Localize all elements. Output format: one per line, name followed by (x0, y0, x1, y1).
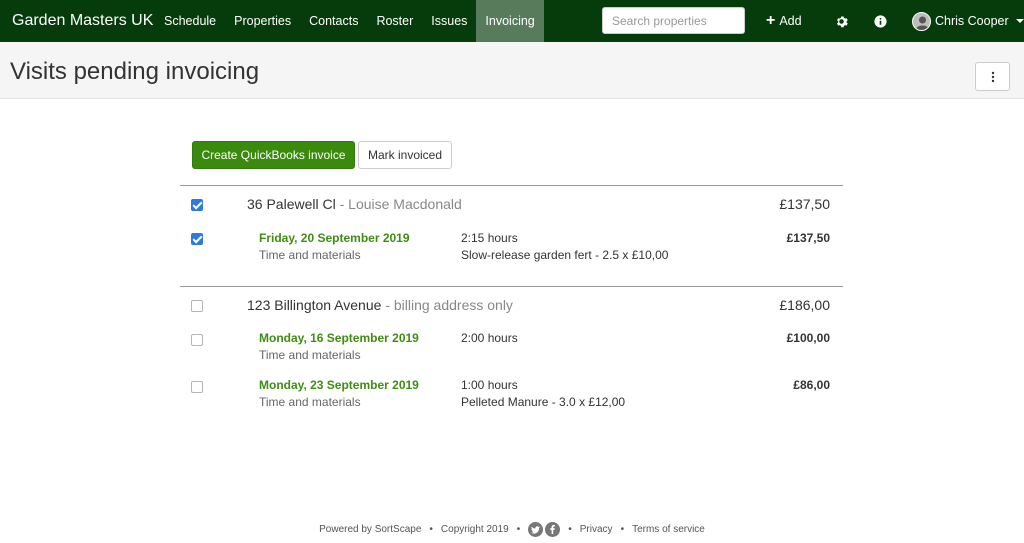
separator: • (620, 524, 625, 535)
visit-date: Friday, 20 September 2019 (259, 231, 410, 245)
facebook-icon[interactable] (545, 522, 561, 537)
separator: • (429, 524, 433, 535)
copyright-text: Copyright 2019 (440, 524, 509, 535)
visit-type: Time and materials (259, 348, 361, 362)
property-address: 123 Billington Avenue (247, 297, 382, 313)
visit-hours: 2:15 hours (461, 231, 518, 245)
nav-item-roster[interactable]: Roster (367, 0, 422, 42)
vertical-ellipsis-icon (991, 71, 994, 82)
visit-checkbox[interactable] (191, 381, 203, 393)
settings-button[interactable] (832, 12, 850, 30)
social-links (528, 522, 561, 537)
separator: • (568, 524, 572, 535)
divider (180, 185, 843, 186)
brand-name[interactable]: Garden Masters UK (0, 12, 155, 30)
mark-invoiced-button[interactable]: Mark invoiced (358, 141, 452, 169)
page-header: Visits pending invoicing (0, 42, 1024, 99)
gear-icon (836, 15, 848, 27)
privacy-link[interactable]: Privacy (580, 524, 613, 535)
property-contact: - billing address only (381, 297, 513, 313)
visit-checkbox[interactable] (191, 334, 203, 346)
property-total: £137,50 (779, 196, 830, 212)
add-label: Add (779, 14, 802, 28)
terms-of-service-link[interactable]: Terms of service (632, 524, 705, 535)
info-button[interactable] (871, 12, 889, 30)
nav-item-issues[interactable]: Issues (422, 0, 476, 42)
divider (180, 286, 843, 287)
nav-item-schedule[interactable]: Schedule (155, 0, 225, 42)
visit-type: Time and materials (259, 395, 361, 409)
twitter-icon[interactable] (528, 522, 544, 537)
person-icon (913, 12, 930, 30)
user-menu[interactable]: Chris Cooper (912, 0, 1024, 42)
visit-date: Monday, 23 September 2019 (259, 378, 419, 392)
property-checkbox[interactable] (191, 199, 203, 211)
nav-item-invoicing[interactable]: Invoicing (476, 0, 544, 42)
page-title: Visits pending invoicing (10, 58, 260, 85)
property-name: 36 Palewell Cl - Louise Macdonald (247, 196, 462, 212)
info-icon (873, 14, 887, 28)
property-checkbox[interactable] (191, 300, 203, 312)
nav-item-contacts[interactable]: Contacts (300, 0, 367, 42)
visit-amount: £100,00 (786, 331, 830, 345)
visit-amount: £86,00 (793, 378, 830, 392)
footer: Powered by SortScape • Copyright 2019 • … (0, 522, 1024, 537)
powered-by-text: Powered by SortScape (319, 524, 422, 535)
visit-hours: 1:00 hours (461, 378, 518, 392)
property-name: 123 Billington Avenue - billing address … (247, 297, 513, 313)
caret-down-icon (1015, 19, 1024, 23)
nav-item-properties[interactable]: Properties (225, 0, 300, 42)
property-total: £186,00 (779, 297, 830, 313)
property-address: 36 Palewell Cl (247, 196, 336, 212)
visit-date: Monday, 16 September 2019 (259, 331, 419, 345)
property-contact: - Louise Macdonald (335, 196, 462, 212)
avatar (912, 11, 931, 31)
more-options-button[interactable] (975, 62, 1010, 91)
visit-hours: 2:00 hours (461, 331, 518, 345)
search-input[interactable] (602, 7, 745, 34)
user-name: Chris Cooper (935, 14, 1009, 28)
visit-checkbox[interactable] (191, 233, 203, 245)
nav-items: Schedule Properties Contacts Roster Issu… (155, 0, 544, 42)
top-navbar: Garden Masters UK Schedule Properties Co… (0, 0, 1024, 42)
plus-icon: + (766, 12, 776, 29)
visit-material: Slow-release garden fert - 2.5 x £10,00 (461, 248, 669, 262)
add-button[interactable]: + Add (766, 0, 802, 42)
visit-amount: £137,50 (786, 231, 830, 245)
visit-material: Pelleted Manure - 3.0 x £12,00 (461, 395, 626, 409)
visit-type: Time and materials (259, 248, 361, 262)
create-quickbooks-invoice-button[interactable]: Create QuickBooks invoice (192, 141, 355, 169)
separator: • (516, 524, 521, 535)
